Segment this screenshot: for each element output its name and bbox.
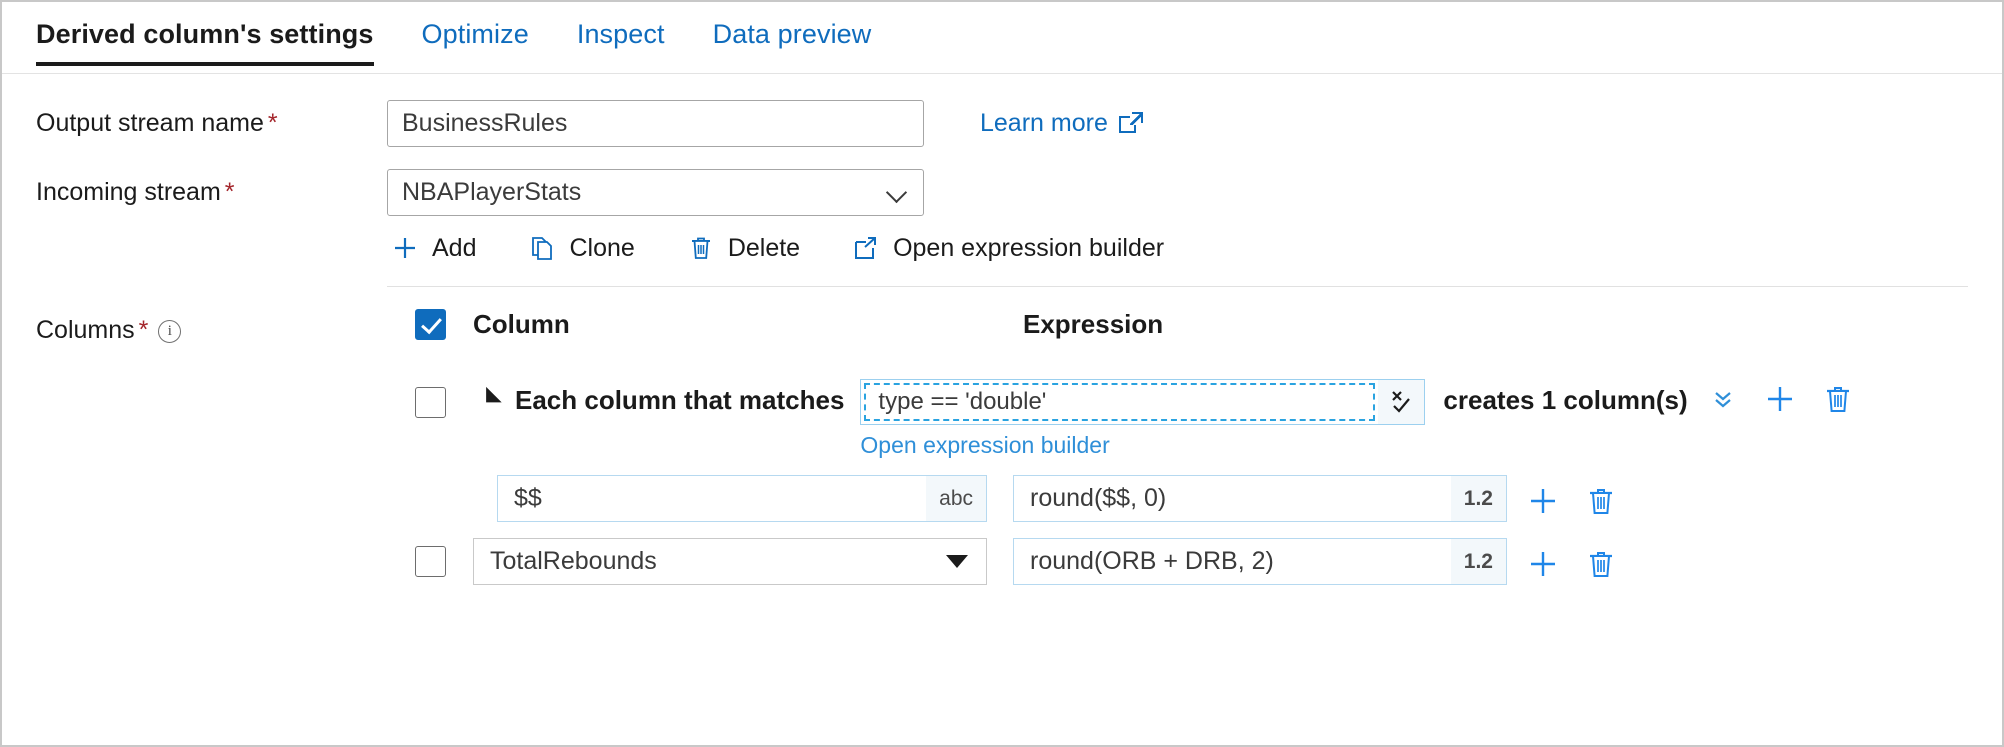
add-rule-button[interactable] — [1764, 383, 1796, 415]
output-stream-name-input[interactable]: BusinessRules — [387, 100, 924, 147]
columns-label: Columns * i — [2, 316, 387, 345]
select-all-checkbox[interactable] — [414, 308, 446, 340]
input-value: type == 'double' — [878, 388, 1047, 415]
columns-toolbar: Add Clone Delete Open expression builder — [387, 216, 1968, 280]
column-type-badge: abc — [926, 476, 986, 521]
external-link-icon — [855, 237, 877, 259]
plus-icon — [395, 238, 415, 258]
label-text: Incoming stream — [36, 178, 221, 206]
plus-icon — [1531, 551, 1555, 576]
cancel-confirm-icon — [1392, 391, 1411, 413]
expression-input[interactable]: round($$, 0) 1.2 — [1013, 475, 1507, 522]
trash-icon — [1590, 488, 1612, 514]
open-expression-builder-button[interactable]: Open expression builder — [848, 228, 1184, 269]
rule-row-checkbox-cell — [387, 379, 473, 418]
columns-table-header: Column Expression — [387, 287, 1968, 361]
tab-derived-column-settings[interactable]: Derived column's settings — [36, 2, 396, 66]
rule-prefix-label: Each column that matches — [515, 385, 845, 415]
output-stream-label: Output stream name * — [2, 109, 387, 138]
header-expression: Expression — [1023, 308, 1164, 339]
required-marker: * — [224, 178, 235, 206]
expression-type-badge: 1.2 — [1450, 539, 1506, 584]
double-chevron-down-icon — [1714, 392, 1731, 408]
header-column: Column — [473, 308, 570, 339]
info-icon[interactable]: i — [158, 320, 182, 343]
columns-panel: Add Clone Delete Open expression builder… — [387, 216, 2002, 585]
tab-label: Optimize — [421, 19, 529, 49]
settings-form: Output stream name * BusinessRules Learn … — [2, 100, 2002, 585]
learn-more-label: Learn more — [980, 109, 1108, 137]
delete-button[interactable]: Delete — [683, 228, 820, 269]
select-value: NBAPlayerStats — [402, 178, 582, 206]
button-label: Clone — [569, 233, 635, 262]
clone-button[interactable]: Clone — [524, 228, 654, 269]
delete-rule-button[interactable] — [1822, 383, 1854, 415]
label-text: Output stream name — [36, 109, 264, 137]
label-text: Columns — [36, 316, 135, 344]
required-marker: * — [267, 109, 278, 137]
learn-more-link[interactable]: Learn more — [980, 109, 1143, 138]
trash-icon — [691, 237, 710, 259]
cancel-confirm-button[interactable] — [1378, 380, 1425, 424]
rule-row-actions — [1708, 383, 1854, 415]
input-value: BusinessRules — [402, 109, 568, 137]
external-link-icon — [1118, 112, 1143, 135]
row-checkbox-cell — [387, 546, 473, 577]
rule-expression-field: type == 'double' — [860, 379, 1426, 425]
tab-data-preview[interactable]: Data preview — [713, 2, 894, 66]
add-button[interactable]: Add — [387, 228, 496, 269]
expression-input[interactable]: round(ORB + DRB, 2) 1.2 — [1013, 538, 1507, 585]
plus-icon — [1531, 488, 1555, 513]
chevron-down-icon — [887, 182, 909, 204]
add-row-button[interactable] — [1527, 548, 1559, 580]
table-row: $$ abc round($$, 0) 1.2 — [387, 459, 1968, 522]
table-row: TotalRebounds round(ORB + DRB, 2) 1.2 — [387, 522, 1968, 585]
trash-icon — [1826, 387, 1849, 412]
trash-icon — [1590, 551, 1612, 577]
row-actions — [1527, 548, 1617, 580]
incoming-stream-row: Incoming stream * NBAPlayerStats — [2, 169, 2002, 216]
row-checkbox[interactable] — [414, 546, 446, 577]
input-value: round(ORB + DRB, 2) — [1030, 547, 1274, 575]
button-label: Open expression builder — [893, 233, 1165, 262]
rule-row-checkbox[interactable] — [414, 387, 446, 418]
delete-row-button[interactable] — [1585, 548, 1617, 580]
derived-column-settings-panel: Derived column's settings Optimize Inspe… — [0, 0, 2004, 747]
column-name-select[interactable]: TotalRebounds — [473, 538, 987, 585]
delete-row-button[interactable] — [1585, 485, 1617, 517]
chevron-down-icon — [946, 555, 968, 568]
button-label: Delete — [727, 233, 801, 262]
select-all-cell — [387, 308, 473, 340]
row-actions — [1527, 485, 1617, 517]
tab-strip: Derived column's settings Optimize Inspe… — [2, 2, 2002, 74]
plus-icon — [1767, 387, 1792, 411]
required-marker: * — [138, 316, 149, 344]
button-label: Add — [432, 233, 477, 262]
column-name-input[interactable]: $$ abc — [497, 475, 987, 522]
tab-label: Inspect — [576, 19, 665, 49]
tab-inspect[interactable]: Inspect — [577, 2, 687, 66]
columns-section: Columns * i Add Clone Delete Open expres… — [2, 216, 2002, 585]
rule-suffix-label: creates 1 column(s) — [1443, 385, 1688, 415]
select-value: TotalRebounds — [490, 547, 657, 575]
incoming-stream-label: Incoming stream * — [2, 178, 387, 207]
output-stream-row: Output stream name * BusinessRules Learn … — [2, 100, 2002, 147]
tab-optimize[interactable]: Optimize — [422, 2, 551, 66]
match-expression-input[interactable]: type == 'double' — [864, 383, 1376, 421]
incoming-stream-select[interactable]: NBAPlayerStats — [387, 169, 924, 216]
open-expression-builder-link[interactable]: Open expression builder — [860, 432, 1109, 459]
add-row-button[interactable] — [1527, 485, 1559, 517]
expand-rule-button[interactable] — [1708, 384, 1738, 414]
rule-expression-wrapper: type == 'double' Open expression builder — [860, 379, 1426, 459]
expression-type-badge: 1.2 — [1450, 476, 1506, 521]
collapse-toggle-icon[interactable] — [478, 386, 502, 411]
tab-label: Data preview — [712, 19, 872, 49]
input-value: round($$, 0) — [1030, 484, 1167, 512]
copy-icon — [532, 237, 553, 260]
tab-label: Derived column's settings — [36, 19, 374, 49]
input-value: $$ — [514, 484, 542, 512]
rule-row: Each column that matches type == 'double… — [387, 361, 1968, 459]
